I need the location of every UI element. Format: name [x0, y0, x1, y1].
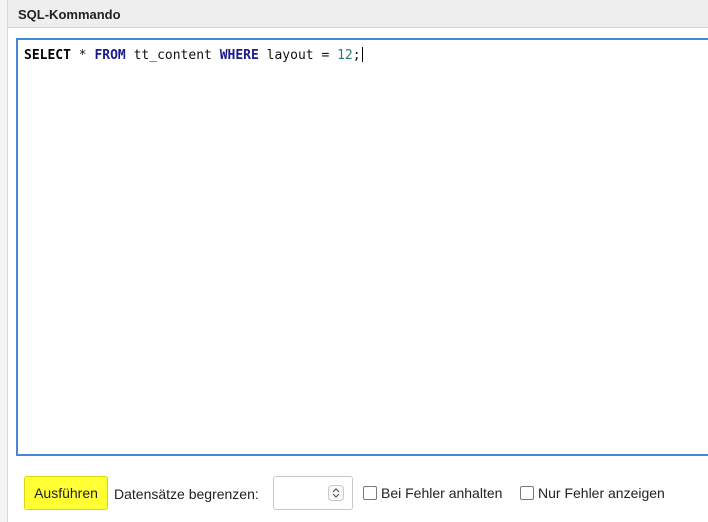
only-errors-option[interactable]: Nur Fehler anzeigen — [520, 485, 665, 501]
only-errors-label: Nur Fehler anzeigen — [538, 485, 665, 501]
sql-command-panel: SQL-Kommando SELECT * FROM tt_content WH… — [0, 0, 708, 522]
token-star: * — [70, 48, 95, 63]
stop-on-error-label: Bei Fehler anhalten — [381, 485, 503, 501]
keyword-from: FROM — [94, 48, 126, 63]
panel-header: SQL-Kommando — [0, 0, 708, 28]
run-button[interactable]: Ausführen — [24, 476, 108, 510]
stop-on-error-option[interactable]: Bei Fehler anhalten — [363, 485, 502, 501]
limit-input[interactable] — [273, 476, 353, 510]
token-table: tt_content — [125, 48, 220, 63]
stop-on-error-checkbox[interactable] — [363, 486, 377, 500]
left-edge-border — [0, 0, 8, 522]
sql-code-line: SELECT * FROM tt_content WHERE layout = … — [24, 47, 363, 63]
token-number: 12 — [337, 48, 353, 63]
token-semicolon: ; — [352, 48, 361, 63]
limit-label: Datensätze begrenzen: — [114, 486, 259, 502]
stepper-updown-icon[interactable] — [328, 485, 344, 501]
sql-editor[interactable]: SELECT * FROM tt_content WHERE layout = … — [16, 38, 708, 456]
keyword-where: WHERE — [219, 48, 259, 63]
panel-title: SQL-Kommando — [18, 7, 121, 22]
toolbar: Ausführen Datensätze begrenzen: Bei Fehl… — [0, 470, 708, 522]
only-errors-checkbox[interactable] — [520, 486, 534, 500]
text-caret — [361, 47, 363, 62]
keyword-select: SELECT — [24, 48, 71, 63]
run-button-label: Ausführen — [34, 485, 98, 501]
token-condition: layout = — [258, 48, 338, 63]
